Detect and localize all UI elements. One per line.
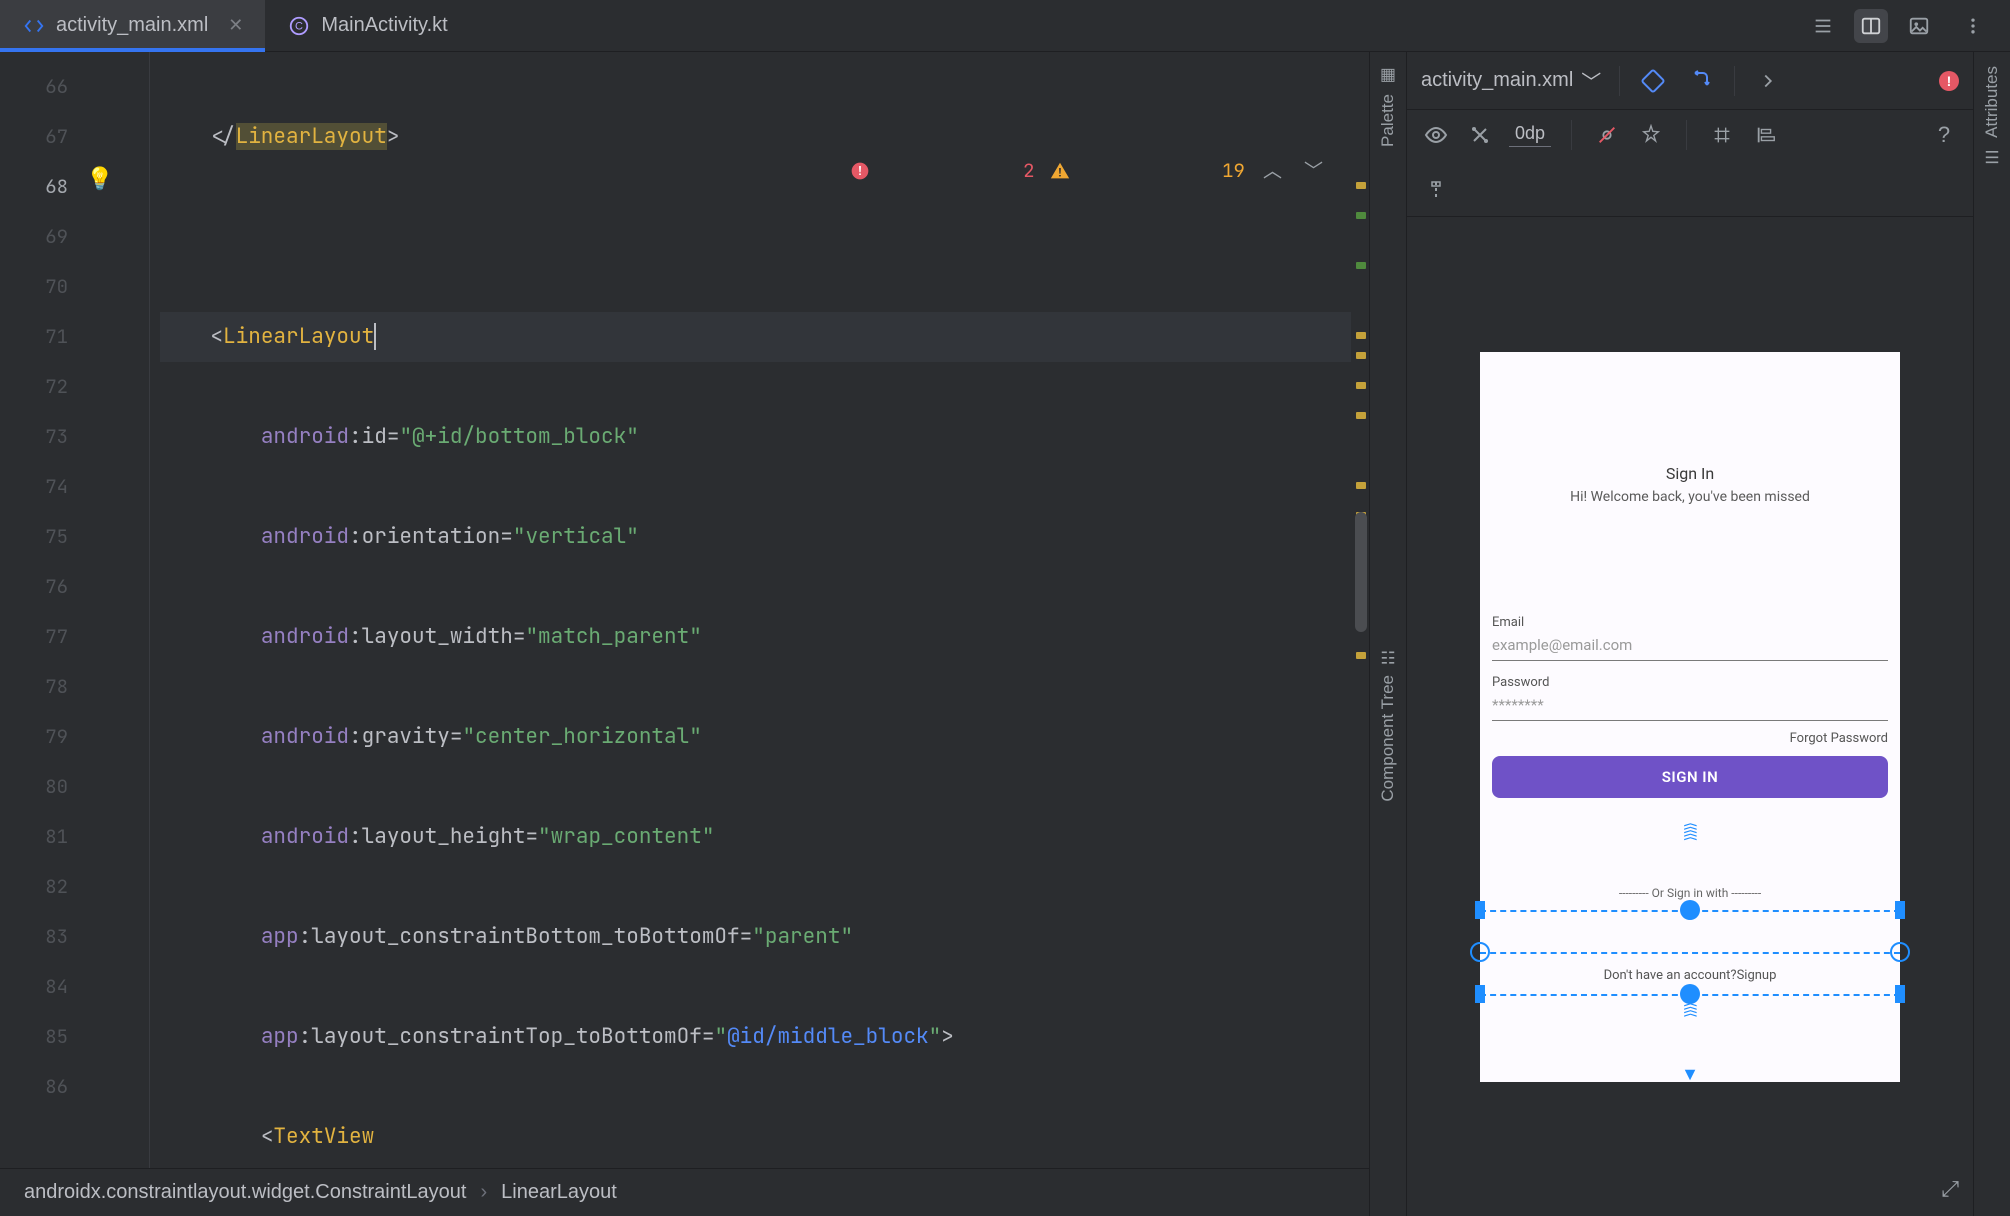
signin-button: SIGN IN (1492, 756, 1888, 798)
left-tool-rail: Palette ▦ Component Tree ☷ (1370, 52, 1406, 1216)
xml-file-icon (22, 14, 46, 38)
constraint-anchor[interactable] (1680, 900, 1700, 920)
breadcrumb-item[interactable]: androidx.constraintlayout.widget.Constra… (24, 1181, 466, 1204)
svg-text:C: C (295, 20, 303, 32)
breadcrumb-item[interactable]: LinearLayout (501, 1181, 617, 1204)
next-highlight-icon[interactable]: ﹀ (1300, 146, 1327, 196)
chevron-right-icon: › (480, 1181, 487, 1204)
constraint-spring-icon: ⟨⟨⟨⟨ (1682, 1002, 1698, 1062)
prev-highlight-icon[interactable]: ︿ (1259, 146, 1286, 196)
pack-icon[interactable] (1707, 120, 1737, 150)
design-surface-icon[interactable] (1638, 66, 1668, 96)
email-label: Email (1492, 615, 1888, 630)
constraint-handle-open[interactable] (1890, 942, 1910, 962)
autoconnect-icon[interactable] (1465, 120, 1495, 150)
design-surface-header: activity_main.xml ﹀ ! (1407, 52, 1973, 110)
preview-title: Sign In (1480, 464, 1900, 483)
attributes-tool-button[interactable]: ☰ Attributes (1982, 66, 2002, 166)
design-toolbar: 0dp (1407, 110, 1973, 217)
clear-constraints-icon[interactable] (1592, 120, 1622, 150)
chevron-down-icon: ﹀ (1581, 66, 1601, 95)
error-icon: ! (850, 61, 1010, 281)
view-mode-split-icon[interactable] (1854, 9, 1888, 43)
error-stripe[interactable] (1351, 52, 1369, 1168)
svg-text:!: ! (856, 162, 864, 179)
close-icon[interactable]: ✕ (228, 15, 243, 36)
guidelines-icon[interactable] (1421, 176, 1451, 206)
layout-preview[interactable]: Sign In Hi! Welcome back, you've been mi… (1407, 217, 1973, 1216)
issues-icon[interactable]: ! (1939, 71, 1959, 91)
error-count: 2 (1023, 146, 1034, 196)
preview-subtitle: Hi! Welcome back, you've been missed (1480, 489, 1900, 505)
resize-handle[interactable] (1895, 901, 1905, 919)
tab-main-activity-kt[interactable]: C MainActivity.kt (265, 0, 469, 51)
tab-activity-main-xml[interactable]: activity_main.xml ✕ (0, 0, 265, 51)
palette-tool-button[interactable]: Palette ▦ (1378, 66, 1398, 147)
resize-handle[interactable] (1475, 901, 1485, 919)
constraint-spring-icon: ⟨⟨⟨⟨⟨ (1682, 822, 1698, 902)
kotlin-class-icon: C (287, 14, 311, 38)
resize-handle[interactable] (1895, 985, 1905, 1003)
view-mode-design-icon[interactable] (1902, 9, 1936, 43)
warning-count: 19 (1222, 146, 1245, 196)
tab-label: MainActivity.kt (321, 14, 447, 37)
help-icon[interactable]: ? (1929, 120, 1959, 150)
device-frame: Sign In Hi! Welcome back, you've been mi… (1480, 352, 1900, 1082)
zoom-controls-icon[interactable]: ⤢ (1941, 1176, 1959, 1202)
editor-tab-bar: activity_main.xml ✕ C MainActivity.kt (0, 0, 2010, 52)
right-tool-rail: ☰ Attributes (1974, 52, 2010, 1216)
intention-bulb-icon[interactable]: 💡 (86, 166, 113, 192)
password-field: ******** (1492, 690, 1888, 721)
more-icon[interactable] (1956, 9, 1990, 43)
email-field: example@email.com (1492, 630, 1888, 661)
selection-outline (1480, 952, 1900, 954)
next-icon[interactable] (1753, 66, 1783, 96)
arrow-down-icon: ▼ (1681, 1064, 1699, 1085)
palette-icon: ▦ (1378, 66, 1398, 86)
sliders-icon: ☰ (1982, 146, 2002, 166)
constraint-anchor[interactable] (1680, 984, 1700, 1004)
component-tree-tool-button[interactable]: Component Tree ☷ (1378, 647, 1398, 802)
scrollbar-thumb[interactable] (1355, 512, 1367, 632)
signup-text: Don't have an account?Signup (1480, 968, 1900, 983)
breadcrumb[interactable]: androidx.constraintlayout.widget.Constra… (0, 1168, 1369, 1216)
orientation-icon[interactable] (1686, 66, 1716, 96)
tree-icon: ☷ (1378, 647, 1398, 667)
code-editor[interactable]: </LinearLayout> <LinearLayout android:id… (150, 52, 1351, 1168)
resize-handle[interactable] (1475, 985, 1485, 1003)
design-file-selector[interactable]: activity_main.xml ﹀ (1421, 66, 1601, 95)
forgot-password-link: Forgot Password (1492, 731, 1888, 746)
svg-text:!: ! (1056, 165, 1063, 181)
view-mode-code-icon[interactable] (1806, 9, 1840, 43)
inspections-widget[interactable]: ! 2 ! 19 ︿ ﹀ (850, 60, 1327, 282)
infer-constraints-icon[interactable] (1636, 120, 1666, 150)
editor-gutter: 66 67 68 69 70 71 72 73 74 75 76 77 78 7… (0, 52, 150, 1168)
warning-icon: ! (1049, 60, 1209, 282)
default-margin-value[interactable]: 0dp (1509, 123, 1551, 147)
password-label: Password (1492, 675, 1888, 690)
constraint-handle-open[interactable] (1470, 942, 1490, 962)
view-options-icon[interactable] (1421, 120, 1451, 150)
align-icon[interactable] (1751, 120, 1781, 150)
tab-label: activity_main.xml (56, 14, 208, 37)
